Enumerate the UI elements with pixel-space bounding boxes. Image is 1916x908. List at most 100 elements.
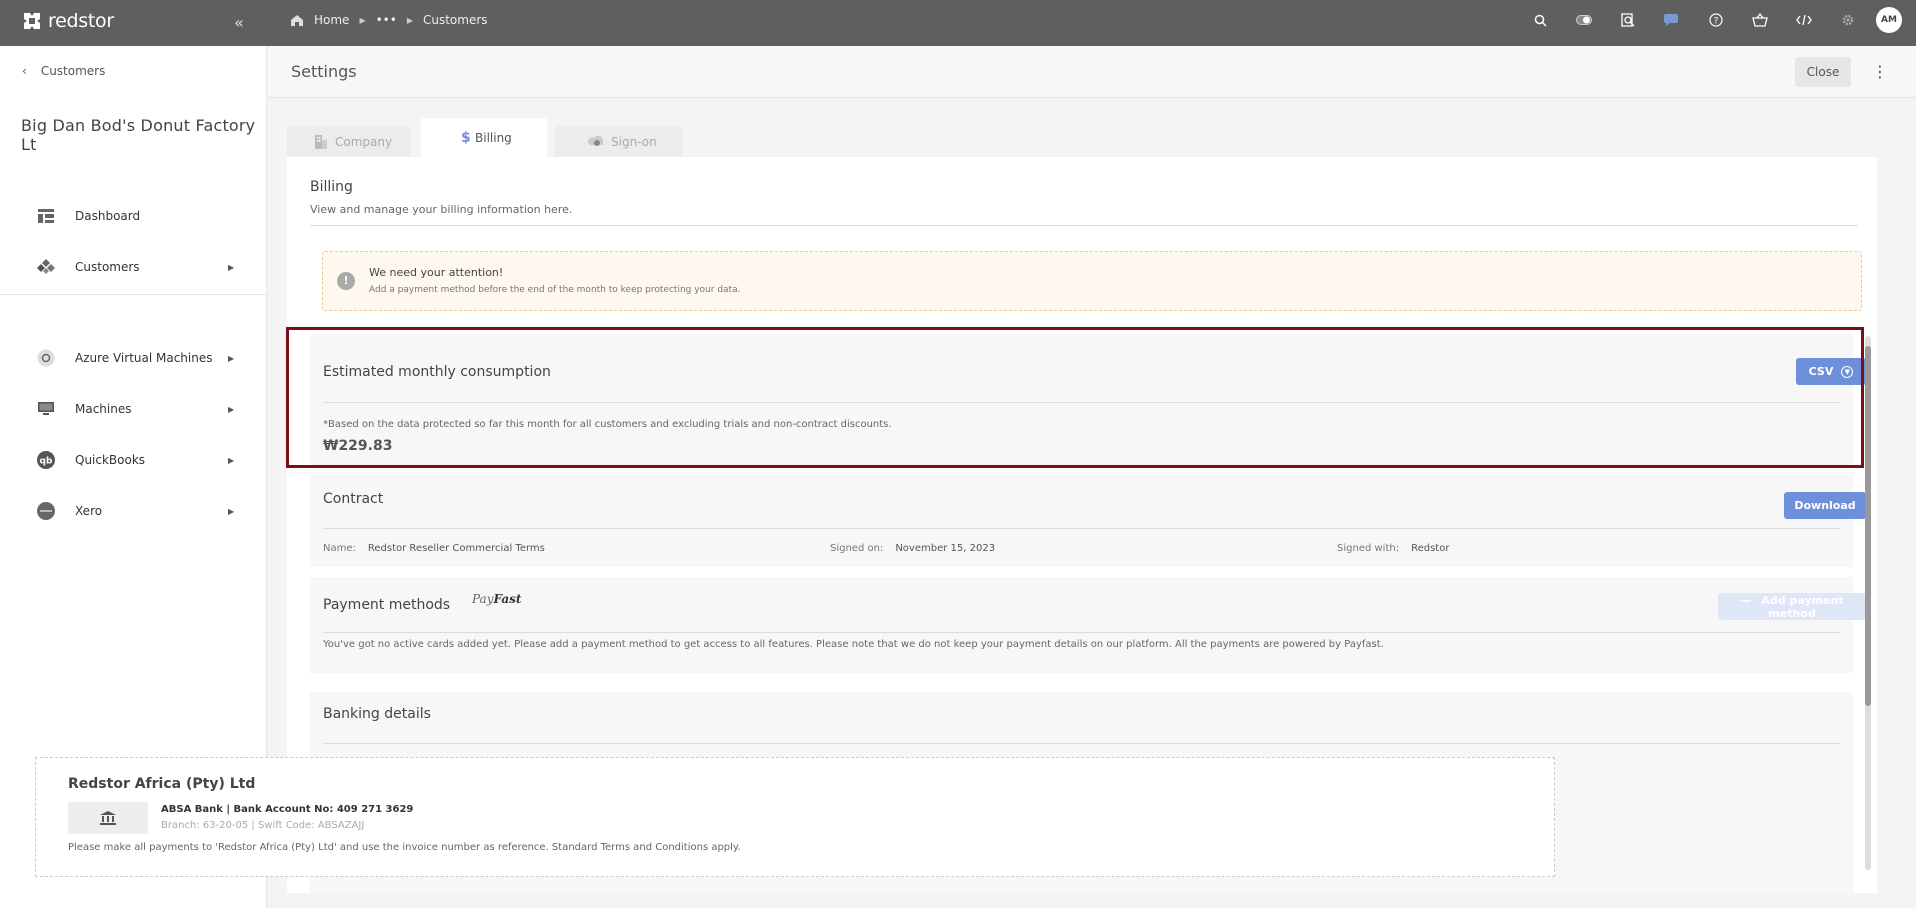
chat-icon[interactable] xyxy=(1650,0,1694,40)
collapse-sidebar-icon[interactable]: « xyxy=(228,12,250,34)
dashboard-icon xyxy=(36,206,56,226)
bank-company-name: Redstor Africa (Pty) Ltd xyxy=(68,776,256,792)
bank-payment-note: Please make all payments to 'Redstor Afr… xyxy=(68,842,741,853)
building-icon xyxy=(315,135,327,149)
chevron-down-icon: ▼ xyxy=(1841,365,1854,378)
chevron-right-icon: ▶ xyxy=(406,15,413,25)
billing-title: Billing xyxy=(310,179,353,195)
more-options-icon[interactable]: ⋮ xyxy=(1872,59,1888,85)
breadcrumb-home[interactable]: Home xyxy=(314,13,349,27)
svg-text:qb: qb xyxy=(40,457,53,467)
basket-icon[interactable] xyxy=(1738,0,1782,40)
contract-title: Contract xyxy=(323,491,384,507)
contract-signed-with: Signed with: Redstor xyxy=(1337,543,1449,554)
company-name: Big Dan Bod's Donut Factory Lt xyxy=(21,116,256,154)
home-icon[interactable] xyxy=(290,14,304,27)
exclamation-icon: ! xyxy=(337,272,355,290)
svg-text:?: ? xyxy=(1714,17,1719,27)
add-payment-method-label: Add payment method xyxy=(1761,593,1844,620)
tab-billing[interactable]: $ Billing xyxy=(421,118,547,158)
sidebar-item-label: QuickBooks xyxy=(75,453,146,467)
csv-button[interactable]: CSV ▼ xyxy=(1796,358,1866,385)
logo[interactable]: redstor xyxy=(22,10,114,32)
contract-section: Contract Download Name: Redstor Reseller … xyxy=(310,475,1866,567)
top-toolbar: ? AM xyxy=(1518,0,1916,40)
tab-sign-on[interactable]: Sign-on xyxy=(555,126,683,158)
divider xyxy=(323,528,1841,529)
sidebar-item-dashboard[interactable]: Dashboard xyxy=(0,196,267,236)
divider xyxy=(323,743,1841,744)
plus-icon: — xyxy=(1740,593,1752,607)
sidebar-item-customers[interactable]: Customers ▶ xyxy=(0,247,267,287)
banking-details-title: Banking details xyxy=(323,706,431,722)
signed-with-value: Redstor xyxy=(1411,543,1450,554)
signed-with-label: Signed with: xyxy=(1337,543,1400,554)
chevron-right-icon: ▶ xyxy=(228,262,235,272)
sidebar-item-label: Dashboard xyxy=(75,209,141,223)
consumption-section: Estimated monthly consumption CSV ▼ *Bas… xyxy=(310,334,1866,466)
sidebar-item-azure-virtual-machines[interactable]: Azure Virtual Machines ▶ xyxy=(0,338,267,378)
divider xyxy=(310,225,1858,226)
monitor-icon xyxy=(36,399,56,419)
code-icon[interactable] xyxy=(1782,0,1826,40)
divider xyxy=(323,402,1841,403)
sidebar-item-label: Xero xyxy=(75,504,103,518)
help-icon[interactable]: ? xyxy=(1694,0,1738,40)
bank-account-card: Redstor Africa (Pty) Ltd ABSA Bank | Ban… xyxy=(35,757,1555,877)
billing-subtitle: View and manage your billing information… xyxy=(310,203,573,216)
payfast-logo: PayFast xyxy=(472,592,522,606)
chevron-right-icon: ▶ xyxy=(228,353,235,363)
dollar-icon: $ xyxy=(461,130,471,146)
chevron-left-icon: ‹ xyxy=(22,64,27,78)
sidebar-item-xero[interactable]: Xero ▶ xyxy=(0,491,267,531)
signed-on-label: Signed on: xyxy=(830,543,884,554)
azure-icon xyxy=(36,348,56,368)
sidebar-item-label: Azure Virtual Machines xyxy=(75,351,213,365)
redstor-logo-icon xyxy=(24,13,40,29)
back-to-customers-link[interactable]: ‹ Customers xyxy=(22,64,105,78)
logo-text: redstor xyxy=(48,10,114,32)
back-link-label: Customers xyxy=(40,64,106,78)
toggle-icon[interactable] xyxy=(1562,0,1606,40)
chevron-right-icon: ▶ xyxy=(228,404,235,414)
tab-label: Sign-on xyxy=(611,135,657,149)
scrollbar[interactable] xyxy=(1865,336,1871,870)
consumption-title: Estimated monthly consumption xyxy=(323,364,551,380)
sidebar-item-label: Customers xyxy=(75,260,140,274)
scrollbar-thumb[interactable] xyxy=(1865,346,1871,706)
sidebar-item-quickbooks[interactable]: qb QuickBooks ▶ xyxy=(0,440,267,480)
gear-icon[interactable] xyxy=(1826,0,1870,40)
chevron-right-icon: ▶ xyxy=(359,15,366,25)
csv-button-label: CSV xyxy=(1808,365,1834,378)
sidebar-item-machines[interactable]: Machines ▶ xyxy=(0,389,267,429)
customers-icon xyxy=(36,257,56,277)
page-title: Settings xyxy=(291,62,357,81)
close-button[interactable]: Close xyxy=(1795,57,1851,87)
attention-alert: ! We need your attention! Add a payment … xyxy=(322,251,1862,311)
contract-name-label: Name: xyxy=(323,543,356,554)
add-payment-method-button[interactable]: — Add payment method xyxy=(1718,593,1866,620)
consumption-note: *Based on the data protected so far this… xyxy=(323,419,892,430)
breadcrumb: Home ▶ ••• ▶ Customers xyxy=(290,0,488,40)
signed-on-value: November 15, 2023 xyxy=(895,543,996,554)
alert-message: Add a payment method before the end of t… xyxy=(369,285,741,295)
tab-label: Billing xyxy=(475,131,512,145)
sidebar-item-label: Machines xyxy=(75,402,132,416)
sign-on-icon xyxy=(588,135,603,146)
chevron-right-icon: ▶ xyxy=(228,506,235,516)
xero-icon xyxy=(36,501,56,521)
breadcrumb-ellipsis[interactable]: ••• xyxy=(376,13,397,27)
chevron-right-icon: ▶ xyxy=(228,455,235,465)
quickbooks-icon: qb xyxy=(36,450,56,470)
top-bar: redstor « Home ▶ ••• ▶ Customers ? AM xyxy=(0,0,1916,46)
tab-company[interactable]: Company xyxy=(287,126,410,158)
avatar[interactable]: AM xyxy=(1876,7,1902,33)
search-document-icon[interactable] xyxy=(1606,0,1650,40)
contract-name: Name: Redstor Reseller Commercial Terms xyxy=(323,543,545,554)
download-button[interactable]: Download xyxy=(1784,492,1866,519)
search-icon[interactable] xyxy=(1518,0,1562,40)
page-header: Settings Close ⋮ xyxy=(268,46,1916,98)
bank-icon xyxy=(68,802,148,834)
alert-title: We need your attention! xyxy=(369,266,504,279)
breadcrumb-customers[interactable]: Customers xyxy=(423,13,488,27)
